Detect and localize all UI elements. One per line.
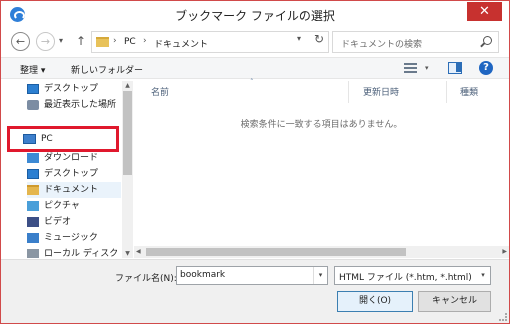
pc-icon [23,134,36,144]
up-button[interactable]: ↑ [76,34,86,48]
music-icon [27,233,39,243]
column-header-date-modified[interactable]: 更新日時 [363,85,399,98]
dialog-footer: ファイル名(N): bookmark ▾ HTML ファイル (*.htm, *… [1,259,509,323]
scrollbar-thumb[interactable] [146,248,406,256]
filename-label: ファイル名(N): [115,274,177,284]
search-icon[interactable] [483,36,492,45]
sidebar-item-music[interactable]: ミュージック [27,230,121,246]
documents-icon [27,185,39,195]
title-bar: ブックマーク ファイルの選択 ✕ [1,1,509,28]
column-header-name[interactable]: 名前 [151,85,169,98]
scroll-down-arrow-icon[interactable]: ▼ [122,250,133,257]
back-button[interactable]: ← [11,32,30,51]
change-view-icon[interactable] [404,63,417,73]
pictures-icon [27,201,39,211]
filetype-value[interactable]: HTML ファイル (*.htm, *.html) [339,270,472,283]
scroll-right-arrow-icon[interactable]: ▶ [502,248,507,255]
sidebar-item-label: デスクトップ [44,84,99,94]
videos-icon [27,217,39,227]
downloads-icon [27,153,39,163]
sidebar-item-desktop[interactable]: デスクトップ [27,81,121,97]
organize-button[interactable]: 整理 ▾ [20,63,45,76]
close-button[interactable]: ✕ [467,2,502,21]
sidebar-item-recent-places[interactable]: 最近表示した場所 [27,97,121,113]
sidebar-item-label: ビデオ [44,217,72,227]
sidebar-item-pictures[interactable]: ピクチャ [27,198,121,214]
navigation-pane: デスクトップ 最近表示した場所 PC ダウンロード デスクトップ ドキュメント … [1,81,122,258]
desktop-icon [27,169,39,179]
column-header-type[interactable]: 種類 [460,85,478,98]
local-disk-icon [27,249,39,258]
sidebar-item-label: ピクチャ [44,201,80,211]
sidebar-item-label: 最近表示した場所 [44,100,117,110]
forward-button[interactable]: → [36,32,55,51]
preview-pane-icon[interactable] [448,62,462,74]
search-placeholder[interactable]: ドキュメントの検索 [341,37,422,50]
sidebar-item-local-disk[interactable]: ローカル ディスク (C [27,246,121,258]
filename-input[interactable]: bookmark ▾ [176,266,328,285]
empty-list-message: 検索条件に一致する項目はありません。 [240,120,403,130]
horizontal-scrollbar[interactable]: ◀ ▶ [134,246,509,258]
filename-value[interactable]: bookmark [180,270,225,280]
new-folder-button[interactable]: 新しいフォルダー [71,63,143,76]
sidebar-item-downloads[interactable]: ダウンロード [27,150,121,166]
sort-caret-icon: ˄ [250,78,254,86]
sidebar-item-videos[interactable]: ビデオ [27,214,121,230]
sidebar-item-label: デスクトップ [44,169,99,179]
desktop-icon [27,84,39,94]
sidebar-item-label: ダウンロード [44,153,99,163]
column-divider[interactable] [348,81,349,103]
command-bar: 整理 ▾ 新しいフォルダー ▾ ? [1,57,509,79]
navigation-bar: ← → ▾ ↑ › PC › ドキュメント ▾ ↻ ドキュメントの検索 [1,29,509,55]
cancel-button[interactable]: キャンセル [418,291,491,312]
scrollbar-thumb[interactable] [123,91,132,175]
filetype-select[interactable]: HTML ファイル (*.htm, *.html) ▾ [334,266,491,285]
recent-places-icon [27,100,39,110]
sidebar-scrollbar[interactable]: ▲ ▼ [122,81,133,258]
help-icon[interactable]: ? [479,61,493,75]
sidebar-item-label: ミュージック [44,233,98,243]
folder-icon [96,37,109,47]
breadcrumb-documents[interactable]: ドキュメント [154,37,208,50]
sidebar-item-documents[interactable]: ドキュメント [27,182,121,198]
sidebar-item-label: ローカル ディスク (C [44,249,121,258]
view-options-chevron-icon[interactable]: ▾ [425,64,429,72]
breadcrumb-separator-icon[interactable]: › [113,36,117,46]
breadcrumb-separator-icon[interactable]: › [143,36,147,46]
open-button[interactable]: 開く(O) [337,291,413,312]
search-box[interactable]: ドキュメントの検索 [332,31,499,53]
scroll-left-arrow-icon[interactable]: ◀ [136,248,141,255]
breadcrumb-pc[interactable]: PC [124,37,136,47]
sidebar-item-desktop[interactable]: デスクトップ [27,166,121,182]
file-list: ˄ 名前 更新日時 種類 検索条件に一致する項目はありません。 [134,78,509,246]
file-dialog: ブックマーク ファイルの選択 ✕ ← → ▾ ↑ › PC › ドキュメント ▾… [0,0,510,324]
scroll-up-arrow-icon[interactable]: ▲ [122,82,133,89]
recent-locations-chevron-icon[interactable]: ▾ [59,36,63,45]
column-divider[interactable] [446,81,447,103]
sidebar-item-label: PC [41,134,53,144]
filename-history-chevron-icon[interactable]: ▾ [313,267,327,284]
filetype-chevron-icon[interactable]: ▾ [476,267,490,284]
address-bar[interactable]: › PC › ドキュメント [91,31,329,53]
sidebar-item-pc[interactable]: PC [7,126,119,152]
dialog-title: ブックマーク ファイルの選択 [175,9,335,23]
resize-grip-icon[interactable] [499,313,507,321]
sidebar-item-label: ドキュメント [44,185,99,195]
refresh-icon[interactable]: ↻ [314,32,324,46]
address-history-chevron-icon[interactable]: ▾ [297,34,301,43]
